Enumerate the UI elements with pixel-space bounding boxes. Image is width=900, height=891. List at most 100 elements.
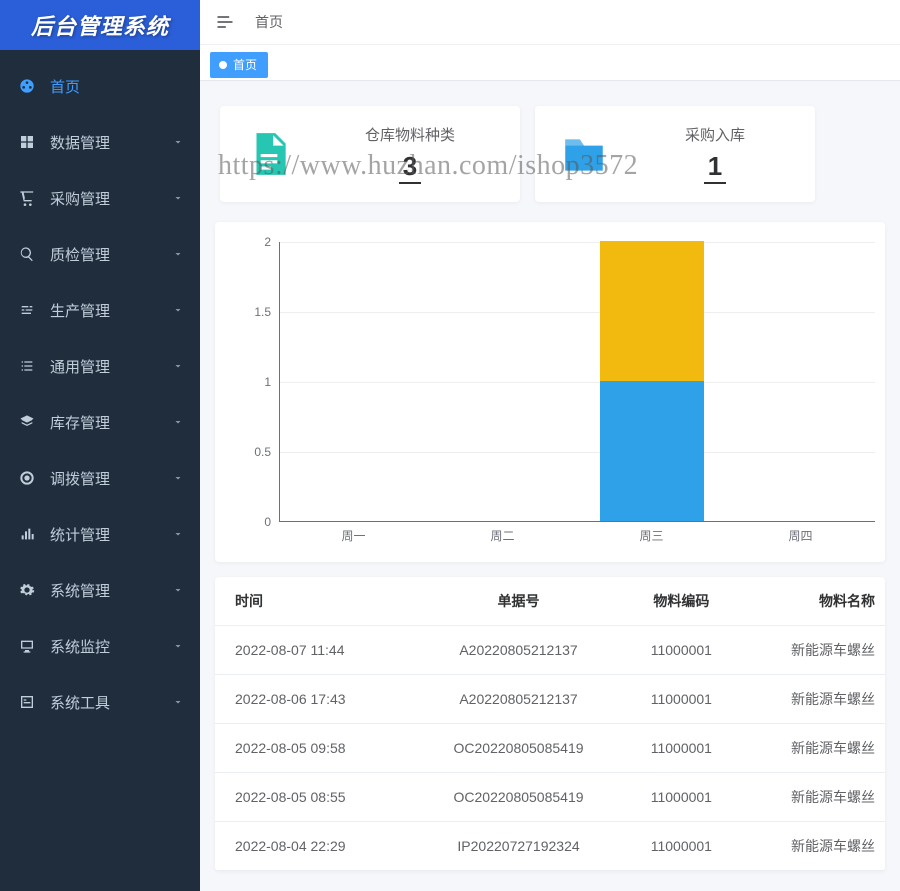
list-icon — [18, 357, 36, 375]
sidebar-item-6[interactable]: 库存管理 — [0, 394, 200, 450]
chart-panel: 00.511.52 周一周二周三周四 — [215, 222, 885, 562]
layers-icon — [18, 413, 36, 431]
x-label: 周三 — [577, 527, 726, 544]
card-title: 采购入库 — [635, 124, 795, 145]
sidebar-item-label: 通用管理 — [50, 356, 110, 377]
hamburger-icon[interactable] — [215, 12, 235, 32]
table-row[interactable]: 2022-08-05 09:58OC2022080508541911000001… — [215, 724, 885, 773]
cart-icon — [18, 189, 36, 207]
sidebar-item-9[interactable]: 系统管理 — [0, 562, 200, 618]
sidebar-item-0[interactable]: 首页 — [0, 58, 200, 114]
sidebar-item-label: 库存管理 — [50, 412, 110, 433]
table-cell: IP20220727192324 — [413, 822, 624, 871]
chevron-down-icon — [172, 416, 184, 428]
chevron-down-icon — [172, 584, 184, 596]
bars-icon — [18, 525, 36, 543]
table-cell: 2022-08-06 17:43 — [215, 675, 413, 724]
table-cell: 新能源车螺丝 — [739, 773, 885, 822]
chevron-down-icon — [172, 696, 184, 708]
table-cell: A20220805212137 — [413, 626, 624, 675]
chevron-down-icon — [172, 304, 184, 316]
x-axis-labels: 周一周二周三周四 — [279, 527, 875, 544]
table-cell: 新能源车螺丝 — [739, 724, 885, 773]
tools-icon — [18, 693, 36, 711]
sidebar-item-2[interactable]: 采购管理 — [0, 170, 200, 226]
weekly-bar-chart: 00.511.52 周一周二周三周四 — [235, 242, 875, 552]
bars — [280, 242, 875, 521]
logo: 后台管理系统 — [0, 0, 200, 50]
tabs-bar: 首页 — [200, 45, 900, 81]
chevron-down-icon — [172, 192, 184, 204]
sidebar-item-label: 系统监控 — [50, 636, 110, 657]
sidebar-item-3[interactable]: 质检管理 — [0, 226, 200, 282]
y-axis: 00.511.52 — [235, 242, 279, 522]
table-cell: 11000001 — [624, 773, 738, 822]
table-body: 2022-08-07 11:44A2022080521213711000001新… — [215, 626, 885, 871]
table-cell: 2022-08-04 22:29 — [215, 822, 413, 871]
y-tick: 0 — [264, 515, 271, 529]
table-row[interactable]: 2022-08-05 08:55OC2022080508541911000001… — [215, 773, 885, 822]
main: 首页 首页 仓库物料种类3采购入库1 00.511.52 周一周二周三周四 时间… — [200, 0, 900, 891]
table-header: 物料编码 — [624, 577, 738, 626]
bar-stack — [600, 241, 704, 521]
card-title: 仓库物料种类 — [320, 124, 500, 145]
table-row[interactable]: 2022-08-06 17:43A2022080521213711000001新… — [215, 675, 885, 724]
tab-home[interactable]: 首页 — [210, 52, 268, 78]
sidebar-item-7[interactable]: 调拨管理 — [0, 450, 200, 506]
y-tick: 1 — [264, 375, 271, 389]
tab-active-dot-icon — [219, 61, 227, 69]
table-row[interactable]: 2022-08-04 22:29IP2022072719232411000001… — [215, 822, 885, 871]
search-icon — [18, 245, 36, 263]
table-cell: 新能源车螺丝 — [739, 822, 885, 871]
chevron-down-icon — [172, 472, 184, 484]
table-cell: OC20220805085419 — [413, 724, 624, 773]
y-tick: 2 — [264, 235, 271, 249]
table-header-row: 时间单据号物料编码物料名称 — [215, 577, 885, 626]
sidebar-item-11[interactable]: 系统工具 — [0, 674, 200, 730]
table-cell: 新能源车螺丝 — [739, 675, 885, 724]
table: 时间单据号物料编码物料名称 2022-08-07 11:44A202208052… — [215, 577, 885, 871]
sidebar-item-label: 统计管理 — [50, 524, 110, 545]
sidebar: 后台管理系统 首页数据管理采购管理质检管理生产管理通用管理库存管理调拨管理统计管… — [0, 0, 200, 891]
target-icon — [18, 469, 36, 487]
sidebar-item-label: 首页 — [50, 76, 80, 97]
x-label: 周四 — [726, 527, 875, 544]
chevron-down-icon — [172, 640, 184, 652]
chevron-down-icon — [172, 528, 184, 540]
y-tick: 0.5 — [254, 445, 271, 459]
sidebar-item-1[interactable]: 数据管理 — [0, 114, 200, 170]
x-label: 周一 — [279, 527, 428, 544]
folder-icon — [555, 125, 613, 183]
table-header: 单据号 — [413, 577, 624, 626]
gear-icon — [18, 581, 36, 599]
table-cell: 11000001 — [624, 626, 738, 675]
records-table: 时间单据号物料编码物料名称 2022-08-07 11:44A202208052… — [215, 577, 885, 871]
sidebar-item-label: 系统管理 — [50, 580, 110, 601]
sidebar-item-label: 质检管理 — [50, 244, 110, 265]
table-row[interactable]: 2022-08-07 11:44A2022080521213711000001新… — [215, 626, 885, 675]
sidebar-item-8[interactable]: 统计管理 — [0, 506, 200, 562]
table-cell: 2022-08-07 11:44 — [215, 626, 413, 675]
bar-slot — [429, 242, 578, 521]
plot-area — [279, 242, 875, 522]
sidebar-item-label: 系统工具 — [50, 692, 110, 713]
table-cell: OC20220805085419 — [413, 773, 624, 822]
sidebar-item-label: 生产管理 — [50, 300, 110, 321]
breadcrumb: 首页 — [255, 12, 283, 32]
table-header: 时间 — [215, 577, 413, 626]
sidebar-item-5[interactable]: 通用管理 — [0, 338, 200, 394]
card-value: 1 — [704, 151, 726, 184]
sidebar-item-10[interactable]: 系统监控 — [0, 618, 200, 674]
stat-cards: 仓库物料种类 3 采购入库 1 — [215, 96, 885, 207]
table-cell: A20220805212137 — [413, 675, 624, 724]
grid-icon — [18, 133, 36, 151]
table-cell: 11000001 — [624, 675, 738, 724]
file-icon — [240, 125, 298, 183]
chevron-down-icon — [172, 136, 184, 148]
bar-slot — [726, 242, 875, 521]
sidebar-menu: 首页数据管理采购管理质检管理生产管理通用管理库存管理调拨管理统计管理系统管理系统… — [0, 50, 200, 730]
sidebar-item-4[interactable]: 生产管理 — [0, 282, 200, 338]
card-value: 3 — [399, 151, 421, 184]
chevron-down-icon — [172, 248, 184, 260]
stat-card-0: 仓库物料种类 3 — [220, 106, 520, 202]
